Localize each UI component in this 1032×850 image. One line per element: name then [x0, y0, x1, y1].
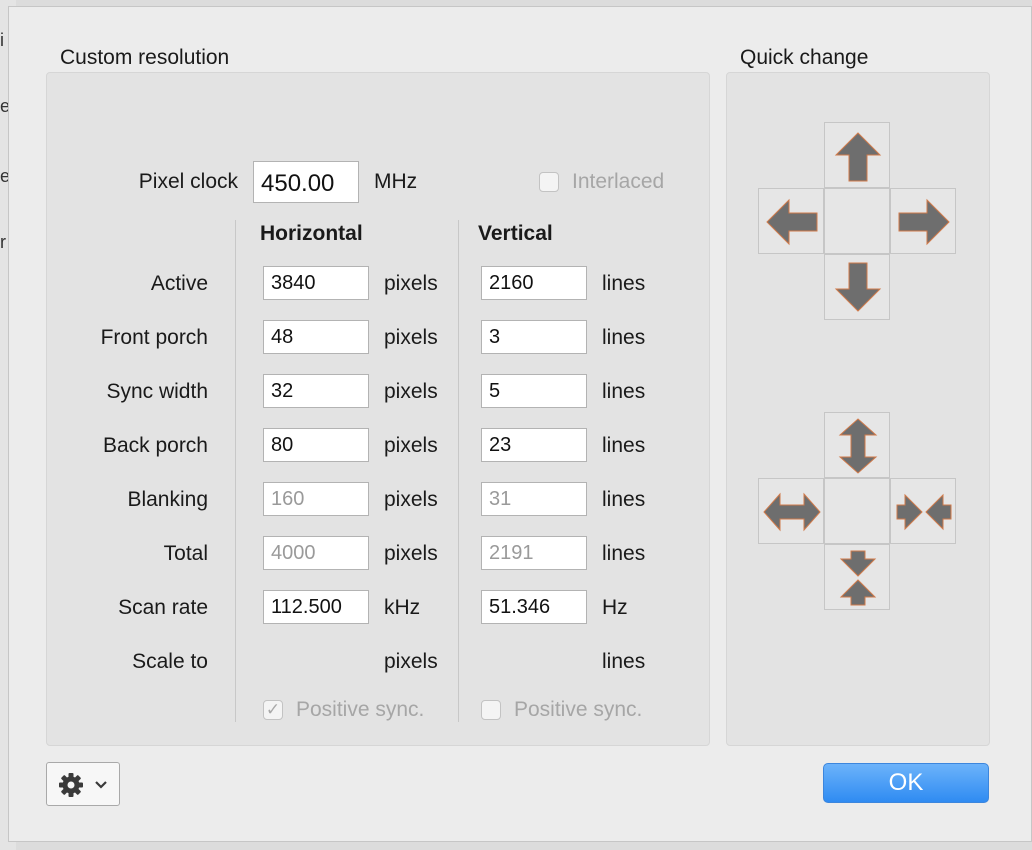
horizontal-scan-rate-field[interactable]: 112.500 — [263, 590, 369, 624]
horizontal-back-porch-field[interactable]: 80 — [263, 428, 369, 462]
gear-menu-button[interactable] — [46, 762, 120, 806]
interlaced-checkbox[interactable] — [539, 172, 559, 192]
horizontal-unit: pixels — [384, 488, 438, 511]
shrink-vertical-button[interactable] — [824, 544, 890, 610]
horizontal-positive-sync-label: Positive sync. — [296, 698, 425, 721]
move-up-button[interactable] — [824, 122, 890, 188]
vertical-scan-rate-field[interactable]: 51.346 — [481, 590, 587, 624]
expand-horizontal-button[interactable] — [758, 478, 824, 544]
background-text: i — [0, 30, 4, 50]
column-divider — [458, 220, 459, 722]
horizontal-unit: pixels — [384, 542, 438, 565]
vertical-unit: Hz — [602, 596, 628, 619]
horizontal-active-field[interactable]: 3840 — [263, 266, 369, 300]
vertical-unit: lines — [602, 380, 646, 403]
vertical-unit: lines — [602, 326, 646, 349]
quick-change-title: Quick change — [740, 46, 869, 69]
shrink-horizontal-button[interactable] — [890, 478, 956, 544]
row-label: Back porch — [102, 434, 208, 457]
horizontal-positive-sync-checkbox[interactable]: ✓ — [263, 700, 283, 720]
row-label: Scale to — [132, 650, 208, 673]
interlaced-label: Interlaced — [572, 170, 665, 193]
vertical-unit: lines — [602, 542, 646, 565]
move-center-cell — [824, 188, 890, 254]
arrow-left-icon — [766, 198, 818, 246]
horizontal-unit: kHz — [384, 596, 421, 619]
horizontal-front-porch-field[interactable]: 48 — [263, 320, 369, 354]
arrow-down-icon — [834, 262, 882, 312]
vertical-unit: lines — [602, 488, 646, 511]
arrow-right-icon — [898, 198, 950, 246]
horizontal-unit: pixels — [384, 650, 438, 673]
expand-horizontal-icon — [763, 492, 821, 532]
row-label: Front porch — [100, 326, 208, 349]
shrink-vertical-icon — [839, 550, 877, 606]
expand-vertical-button[interactable] — [824, 412, 890, 478]
move-down-button[interactable] — [824, 254, 890, 320]
horizontal-total-field: 4000 — [263, 536, 369, 570]
shrink-horizontal-icon — [896, 493, 952, 531]
expand-vertical-icon — [838, 418, 878, 474]
horizontal-unit: pixels — [384, 434, 438, 457]
resize-center-cell — [824, 478, 890, 544]
vertical-blanking-field: 31 — [481, 482, 587, 516]
vertical-positive-sync-checkbox[interactable] — [481, 700, 501, 720]
pixel-clock-field[interactable]: 450.00 — [253, 161, 359, 203]
custom-resolution-title: Custom resolution — [60, 46, 230, 69]
vertical-positive-sync-label: Positive sync. — [514, 698, 643, 721]
horizontal-header: Horizontal — [260, 222, 363, 245]
column-divider — [235, 220, 236, 722]
vertical-total-field: 2191 — [481, 536, 587, 570]
horizontal-unit: pixels — [384, 326, 438, 349]
vertical-back-porch-field[interactable]: 23 — [481, 428, 587, 462]
row-label: Total — [163, 542, 208, 565]
vertical-unit: lines — [602, 650, 646, 673]
row-label: Scan rate — [118, 596, 208, 619]
horizontal-unit: pixels — [384, 272, 438, 295]
vertical-unit: lines — [602, 272, 646, 295]
ok-button[interactable]: OK — [823, 763, 989, 803]
horizontal-sync-width-field[interactable]: 32 — [263, 374, 369, 408]
vertical-front-porch-field[interactable]: 3 — [481, 320, 587, 354]
background-text: r — [0, 232, 6, 252]
row-label: Active — [150, 272, 208, 295]
vertical-active-field[interactable]: 2160 — [481, 266, 587, 300]
move-right-button[interactable] — [890, 188, 956, 254]
horizontal-unit: pixels — [384, 380, 438, 403]
vertical-unit: lines — [602, 434, 646, 457]
horizontal-blanking-field: 160 — [263, 482, 369, 516]
pixel-clock-unit: MHz — [374, 170, 418, 193]
chevron-down-icon — [95, 781, 107, 789]
move-left-button[interactable] — [758, 188, 824, 254]
vertical-header: Vertical — [478, 222, 553, 245]
vertical-sync-width-field[interactable]: 5 — [481, 374, 587, 408]
row-label: Sync width — [106, 380, 208, 403]
arrow-up-icon — [834, 132, 882, 182]
pixel-clock-label: Pixel clock — [138, 170, 238, 193]
row-label: Blanking — [127, 488, 208, 511]
